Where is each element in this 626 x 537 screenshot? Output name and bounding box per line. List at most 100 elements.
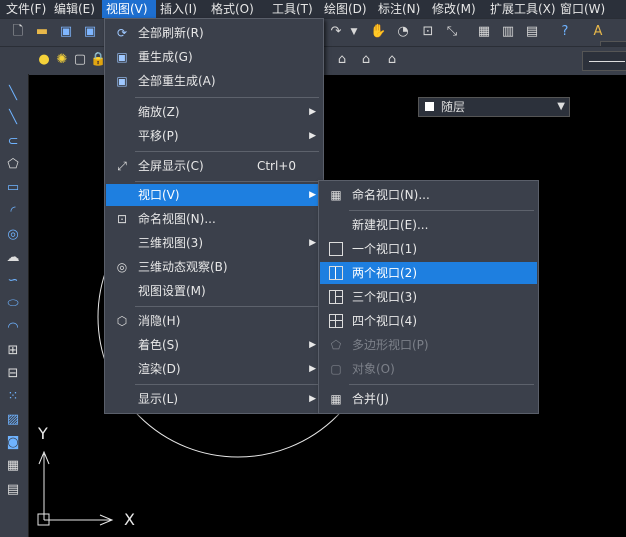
layer-on-icon[interactable]: ● <box>36 52 52 68</box>
point-icon[interactable]: ⁙ <box>5 389 21 405</box>
menu-item-label: 着色(S) <box>138 338 179 352</box>
design-center-icon[interactable]: ▥ <box>500 24 516 40</box>
menu-file[interactable]: 文件(F) <box>0 0 50 18</box>
menu-item-new-viewports[interactable]: 新建视口(E)... <box>320 214 537 236</box>
polyline-icon[interactable]: ⊂ <box>5 134 21 150</box>
arc-icon[interactable]: ◜ <box>5 204 21 220</box>
viewports-submenu: ▦ 命名视口(N)... 新建视口(E)... 一个视口(1) 两个视口(2) … <box>318 180 539 414</box>
menu-item-pan[interactable]: 平移(P) ▶ <box>106 125 322 147</box>
menu-item-one-viewport[interactable]: 一个视口(1) <box>320 238 537 260</box>
save-icon[interactable]: ▣ <box>58 24 74 40</box>
orbit-icon: ◎ <box>116 260 128 274</box>
four-viewports-divider-h <box>330 320 342 321</box>
properties-icon[interactable]: ▦ <box>476 24 492 40</box>
menu-item-hide[interactable]: ⬡ 消隐(H) <box>106 310 322 332</box>
menu-item-regen[interactable]: ▣ 重生成(G) <box>106 46 322 68</box>
menu-view[interactable]: 视图(V) <box>102 0 156 18</box>
linetype-select[interactable] <box>582 51 626 71</box>
new-file-icon[interactable]: 🗋 <box>10 24 26 40</box>
menu-modify[interactable]: 修改(M) <box>428 0 486 18</box>
pan-hand-icon[interactable]: ✋ <box>370 24 386 40</box>
menu-item-label: 视口(V) <box>138 188 180 202</box>
menu-item-label: 三维动态观察(B) <box>138 260 228 274</box>
layer-color-icon[interactable]: ▢ <box>72 52 88 68</box>
ellipse-arc-icon[interactable]: ◠ <box>5 320 21 336</box>
line-icon[interactable]: ╲ <box>5 86 21 102</box>
menu-item-polygonal-viewport: ⬠ 多边形视口(P) <box>320 334 537 356</box>
menu-window[interactable]: 窗口(W) <box>556 0 609 18</box>
submenu-arrow-icon: ▶ <box>309 238 316 248</box>
menu-item-3d-orbit[interactable]: ◎ 三维动态观察(B) <box>106 256 322 278</box>
layer-match-icon[interactable]: ⌂ <box>334 52 350 68</box>
regen-icon: ▣ <box>116 50 128 64</box>
menu-draw[interactable]: 绘图(D) <box>320 0 374 18</box>
mtext-icon[interactable]: ▤ <box>5 482 21 498</box>
insert-block-icon[interactable]: ⊞ <box>5 343 21 359</box>
make-block-icon[interactable]: ⊟ <box>5 366 21 382</box>
menu-item-fullscreen[interactable]: ⤢ 全屏显示(C) Ctrl+0 <box>106 155 322 177</box>
tool-palette-icon[interactable]: ▤ <box>524 24 540 40</box>
table-icon[interactable]: ▦ <box>5 458 21 474</box>
menu-item-label: 多边形视口(P) <box>352 338 429 352</box>
menu-format[interactable]: 格式(O) <box>207 0 268 18</box>
construction-line-icon[interactable]: ╲ <box>5 110 21 126</box>
ucs-icon <box>37 450 114 526</box>
menu-edit[interactable]: 编辑(E) <box>50 0 102 18</box>
menu-item-regen-refresh[interactable]: ⟳ 全部刷新(R) <box>106 22 322 44</box>
menu-item-regen-all[interactable]: ▣ 全部重生成(A) <box>106 70 322 92</box>
region-icon[interactable]: ◙ <box>5 435 21 451</box>
menu-item-four-viewports[interactable]: 四个视口(4) <box>320 310 537 332</box>
layer-freeze-icon[interactable]: ✺ <box>54 52 70 68</box>
revision-cloud-icon[interactable]: ☁ <box>5 250 21 266</box>
menu-item-3d-views[interactable]: 三维视图(3) ▶ <box>106 232 322 254</box>
two-viewports-divider <box>335 267 336 279</box>
menu-item-render[interactable]: 渲染(D) ▶ <box>106 358 322 380</box>
spline-icon[interactable]: ∽ <box>5 273 21 289</box>
open-folder-icon[interactable]: ▬ <box>34 24 50 40</box>
view-menu-dropdown: ⟳ 全部刷新(R) ▣ 重生成(G) ▣ 全部重生成(A) 缩放(Z) ▶ 平移… <box>104 18 324 414</box>
menu-separator <box>135 151 319 152</box>
polygon-icon[interactable]: ⬠ <box>5 157 21 173</box>
menu-item-viewports[interactable]: 视口(V) ▶ <box>106 184 322 206</box>
one-viewport-icon <box>329 242 343 256</box>
menu-dimension[interactable]: 标注(N) <box>374 0 428 18</box>
menu-item-join-viewports[interactable]: ▦ 合并(J) <box>320 388 537 410</box>
menu-item-label: 三维视图(3) <box>138 236 203 250</box>
join-viewports-icon: ▦ <box>330 392 342 406</box>
menu-item-label: 显示(L) <box>138 392 179 406</box>
ellipse-icon[interactable]: ⬭ <box>5 296 21 312</box>
redo-icon[interactable]: ↷ <box>328 24 344 40</box>
ucs-y-label: Y <box>38 424 48 443</box>
menu-item-label: 对象(O) <box>352 362 395 376</box>
text-style-icon[interactable]: A <box>590 24 606 40</box>
menu-separator <box>135 97 319 98</box>
layer-isolate-icon[interactable]: ⌂ <box>384 52 400 68</box>
menu-separator <box>135 306 319 307</box>
menu-tools[interactable]: 工具(T) <box>268 0 320 18</box>
menu-insert[interactable]: 插入(I) <box>156 0 207 18</box>
menu-extend-tools[interactable]: 扩展工具(X) <box>486 0 556 18</box>
zoom-realtime-icon[interactable]: ◔ <box>395 24 411 40</box>
circle-icon[interactable]: ◎ <box>5 227 21 243</box>
layer-previous-icon[interactable]: ⌂ <box>358 52 374 68</box>
menu-item-label: 平移(P) <box>138 129 179 143</box>
submenu-arrow-icon: ▶ <box>309 190 316 200</box>
dropdown-arrow-icon[interactable]: ▼ <box>346 24 362 40</box>
menu-item-shade[interactable]: 着色(S) ▶ <box>106 334 322 356</box>
menu-item-two-viewports[interactable]: 两个视口(2) <box>320 262 537 284</box>
hatch-icon[interactable]: ▨ <box>5 412 21 428</box>
menu-item-view-settings[interactable]: 视图设置(M) <box>106 280 322 302</box>
save-as-icon[interactable]: ▣ <box>82 24 98 40</box>
menu-item-label: 消隐(H) <box>138 314 181 328</box>
menu-item-zoom[interactable]: 缩放(Z) ▶ <box>106 101 322 123</box>
menu-item-display[interactable]: 显示(L) ▶ <box>106 388 322 410</box>
submenu-arrow-icon: ▶ <box>309 131 316 141</box>
zoom-previous-icon[interactable]: ⤡ <box>444 24 460 40</box>
zoom-window-icon[interactable]: ⊡ <box>420 24 436 40</box>
menu-item-named-viewports[interactable]: ▦ 命名视口(N)... <box>320 184 537 206</box>
menu-item-named-views[interactable]: ⊡ 命名视图(N)... <box>106 208 322 230</box>
menu-item-three-viewports[interactable]: 三个视口(3) <box>320 286 537 308</box>
rectangle-icon[interactable]: ▭ <box>5 180 21 196</box>
help-icon[interactable]: ? <box>557 24 573 40</box>
polygon-viewport-icon: ⬠ <box>330 338 342 352</box>
